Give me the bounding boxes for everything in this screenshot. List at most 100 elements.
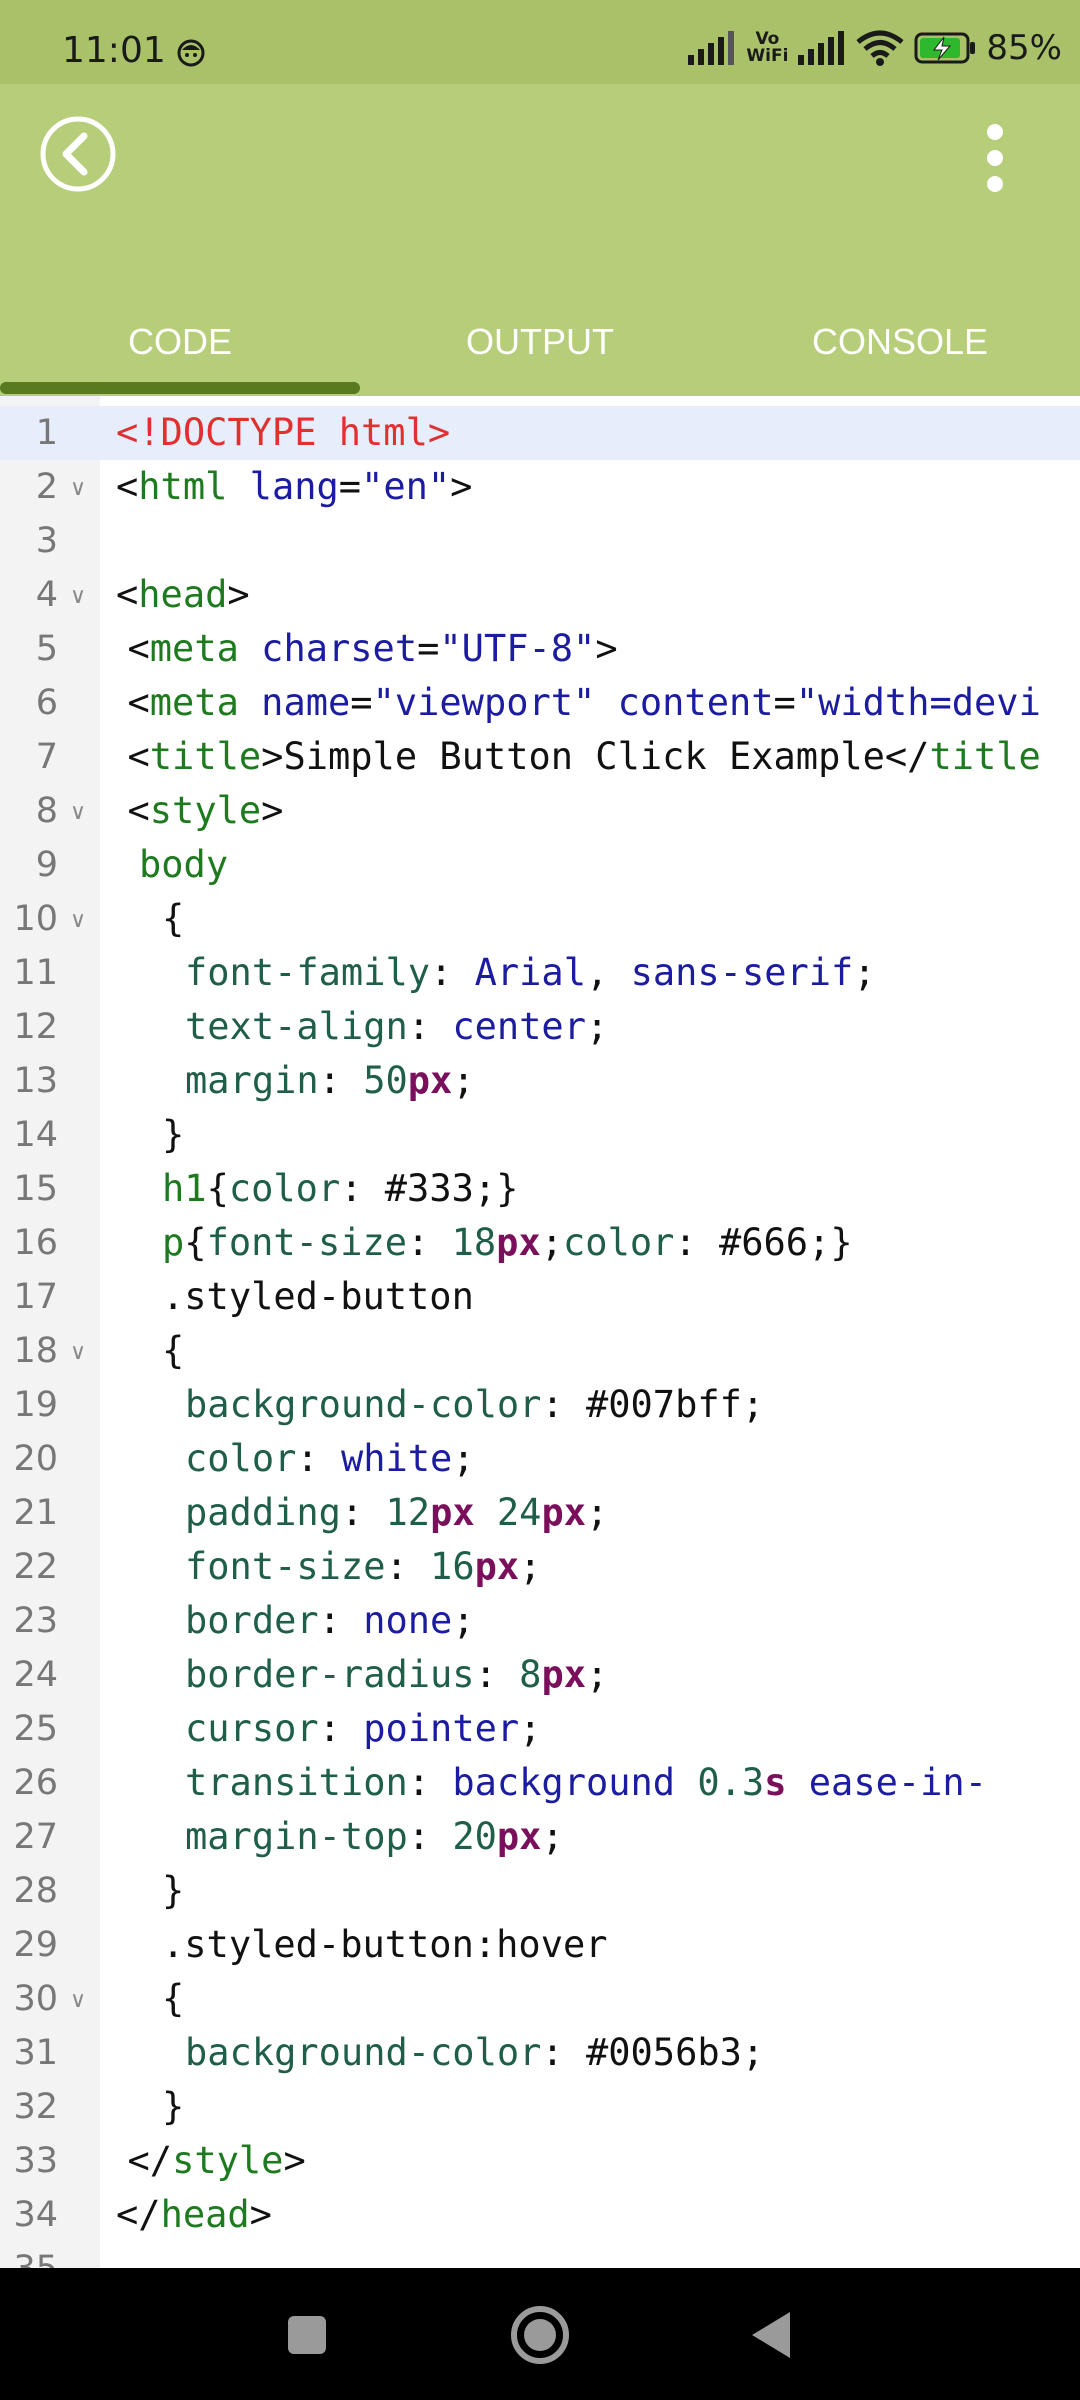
code-text: .styled-button:hover [162, 1918, 608, 1972]
vowifi-icon: Vo WiFi [746, 31, 788, 65]
code-line[interactable]: 19 background-color: #007bff; [0, 1378, 1080, 1432]
code-line[interactable]: 3 [0, 514, 1080, 568]
code-line[interactable]: 5 <meta charset="UTF-8"> [0, 622, 1080, 676]
code-text: .styled-button [162, 1270, 474, 1324]
line-number: 22 [13, 1547, 58, 1587]
code-token: } [162, 1113, 185, 1156]
code-line[interactable]: 1 <!DOCTYPE html> [0, 406, 1080, 460]
tab-console[interactable]: CONSOLE [720, 284, 1080, 384]
status-icons: Vo WiFi 85% [688, 24, 1062, 72]
square-recents-icon[interactable] [262, 2290, 352, 2380]
code-line[interactable]: 17 .styled-button [0, 1270, 1080, 1324]
fold-toggle-icon[interactable]: ∨ [70, 570, 86, 624]
code-editor[interactable]: 1 <!DOCTYPE html> 2 ∨ <html lang="en"> 3 4 ∨ <he… [0, 396, 1080, 2268]
code-line[interactable]: 18 ∨ { [0, 1324, 1080, 1378]
code-token: "width=devi [795, 681, 1041, 724]
code-line[interactable]: 16 p{font-size: 18px;color: #666;} [0, 1216, 1080, 1270]
code-text: color: white; [185, 1432, 475, 1486]
tab-code[interactable]: CODE [0, 284, 360, 384]
tab-output[interactable]: OUTPUT [360, 284, 720, 384]
code-token: : [407, 1761, 453, 1804]
code-line[interactable]: 26 transition: background 0.3s ease-in- [0, 1756, 1080, 1810]
fold-toggle-icon[interactable]: ∨ [70, 1326, 86, 1380]
code-line[interactable]: 33 </style> [0, 2134, 1080, 2188]
triangle-back-icon[interactable] [728, 2290, 818, 2380]
code-token: cursor [185, 1707, 319, 1750]
line-number: 9 [35, 845, 58, 885]
code-line[interactable]: 23 border: none; [0, 1594, 1080, 1648]
code-token: : [340, 1491, 386, 1534]
code-line[interactable]: 20 color: white; [0, 1432, 1080, 1486]
fold-toggle-icon[interactable]: ∨ [70, 894, 86, 948]
code-line[interactable]: 27 margin-top: 20px; [0, 1810, 1080, 1864]
line-number: 28 [13, 1871, 58, 1911]
fold-toggle-icon[interactable]: ∨ [70, 462, 86, 516]
code-line[interactable]: 22 font-size: 16px; [0, 1540, 1080, 1594]
code-line[interactable]: 10 ∨ { [0, 892, 1080, 946]
code-token: 0.3 [697, 1761, 765, 1804]
code-line[interactable]: 11 font-family: Arial, sans-serif; [0, 946, 1080, 1000]
code-line[interactable]: 6 <meta name="viewport" content="width=de… [0, 676, 1080, 730]
code-line[interactable]: 21 padding: 12px 24px; [0, 1486, 1080, 1540]
code-token: > [261, 789, 284, 832]
code-line[interactable]: 7 <title>Simple Button Click Example</tit… [0, 730, 1080, 784]
code-line[interactable]: 28} [0, 1864, 1080, 1918]
line-number: 23 [13, 1601, 58, 1641]
line-number: 10 [13, 899, 58, 939]
code-line[interactable]: 35 [0, 2242, 1080, 2268]
status-bar: 11:01 Vo WiFi 85% [0, 0, 1080, 84]
battery-percent: 85% [986, 28, 1062, 68]
code-line[interactable]: 34 </head> [0, 2188, 1080, 2242]
code-token: font-size [206, 1221, 408, 1264]
line-number: 3 [35, 521, 58, 561]
circle-home-icon[interactable] [495, 2290, 585, 2380]
code-line[interactable]: 30 ∨ { [0, 1972, 1080, 2026]
more-vert-icon[interactable] [970, 118, 1020, 198]
code-token: px [474, 1545, 520, 1588]
code-line[interactable]: 29 .styled-button:hover [0, 1918, 1080, 1972]
code-token: < [127, 735, 150, 778]
code-token: { [184, 1221, 207, 1264]
fold-toggle-icon[interactable]: ∨ [70, 786, 86, 840]
fold-toggle-icon[interactable]: ∨ [70, 1974, 86, 2028]
code-token: : [318, 1599, 364, 1642]
code-token: font-size [185, 1545, 386, 1588]
line-number: 29 [13, 1925, 58, 1965]
line-number: 24 [13, 1655, 58, 1695]
code-line[interactable]: 4 ∨ <head> [0, 568, 1080, 622]
code-token: background-color [185, 2031, 542, 2074]
code-line[interactable]: 9 body [0, 838, 1080, 892]
code-text: cursor: pointer; [185, 1702, 541, 1756]
code-line[interactable]: 13 margin: 50px; [0, 1054, 1080, 1108]
line-number: 11 [13, 953, 58, 993]
code-token: 8 [519, 1653, 542, 1696]
code-line[interactable]: 12 text-align: center; [0, 1000, 1080, 1054]
code-token: < [127, 681, 150, 724]
code-text: body [139, 838, 228, 892]
code-text: margin: 50px; [185, 1054, 475, 1108]
code-line[interactable]: 24 border-radius: 8px; [0, 1648, 1080, 1702]
back-chevron-icon[interactable] [38, 114, 118, 194]
code-token: px [496, 1815, 542, 1858]
code-token: 24 [496, 1491, 542, 1534]
code-line[interactable]: 14} [0, 1108, 1080, 1162]
code-token: { [206, 1167, 229, 1210]
line-number: 5 [35, 629, 58, 669]
code-line[interactable]: 2 ∨ <html lang="en"> [0, 460, 1080, 514]
code-line[interactable]: 15 h1{color: #333;} [0, 1162, 1080, 1216]
code-token: : [407, 1005, 453, 1048]
code-line[interactable]: 32} [0, 2080, 1080, 2134]
code-line[interactable]: 31 background-color: #0056b3; [0, 2026, 1080, 2080]
code-line[interactable]: 8 ∨ <style> [0, 784, 1080, 838]
code-token: { [162, 1329, 185, 1372]
code-token: < [127, 789, 150, 832]
system-nav-bar [0, 2268, 1080, 2400]
code-token: p [162, 1221, 185, 1264]
code-text: border-radius: 8px; [185, 1648, 608, 1702]
code-token: center [452, 1005, 586, 1048]
code-line[interactable]: 25 cursor: pointer; [0, 1702, 1080, 1756]
